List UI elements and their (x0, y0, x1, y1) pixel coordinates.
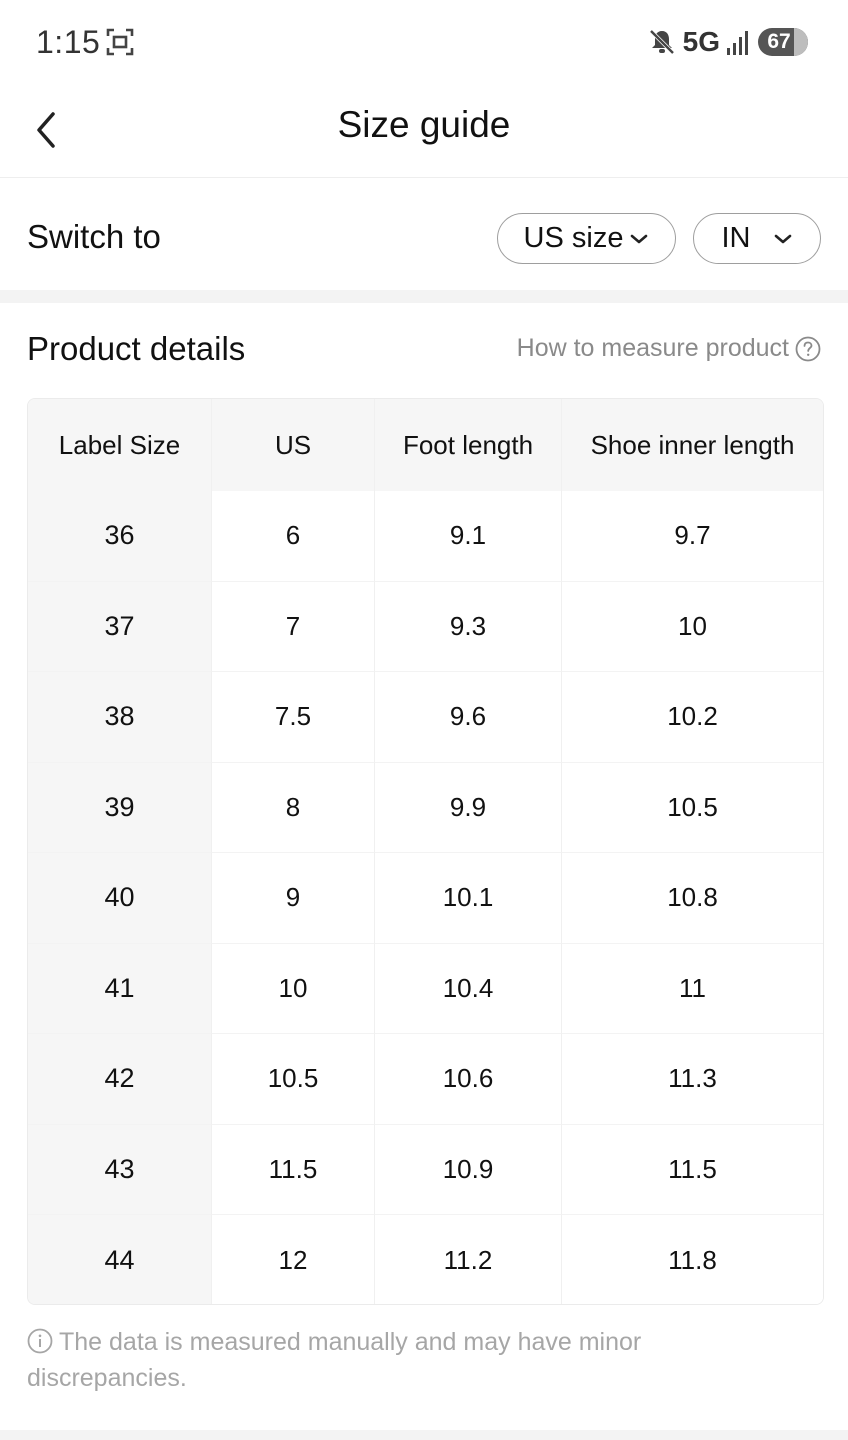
section-title: Product details (27, 330, 246, 367)
unit-dropdown[interactable]: IN (693, 213, 821, 264)
table-cell-us-size: 12 (212, 1215, 375, 1304)
table-cell-foot-length: 9.1 (375, 491, 562, 582)
table-cell-shoe-inner-length: 10.8 (562, 853, 823, 944)
header-bar: Size guide (0, 84, 848, 178)
table-cell-shoe-inner-length: 10.2 (562, 672, 823, 763)
table-cell-foot-length: 10.4 (375, 943, 562, 1034)
table-cell-label-size: 39 (28, 762, 212, 853)
table-cell-foot-length: 10.9 (375, 1124, 562, 1215)
status-time: 1:15 (36, 24, 101, 60)
table-cell-label-size: 37 (28, 581, 212, 672)
table-cell-label-size: 42 (28, 1034, 212, 1125)
table-cell-us-size: 8 (212, 762, 375, 853)
footnote: The data is measured manually and may ha… (27, 1324, 727, 1396)
network-type: 5G (682, 26, 720, 57)
table-cell-foot-length: 9.3 (375, 581, 562, 672)
table-cell-us-size: 6 (212, 491, 375, 582)
table-cell-us-size: 10 (212, 943, 375, 1034)
table-cell-shoe-inner-length: 11.3 (562, 1034, 823, 1125)
table-cell-shoe-inner-length: 11.8 (562, 1215, 823, 1304)
table-cell-shoe-inner-length: 9.7 (562, 491, 823, 582)
table-cell-foot-length: 9.6 (375, 672, 562, 763)
table-cell-us-size: 11.5 (212, 1124, 375, 1215)
table-cell-foot-length: 11.2 (375, 1215, 562, 1304)
column-header-us-size: US (212, 399, 375, 491)
status-right-group: 5G 67 (647, 22, 808, 62)
table-cell-foot-length: 10.6 (375, 1034, 562, 1125)
table-cell-foot-length: 9.9 (375, 762, 562, 853)
table-cell-label-size: 40 (28, 853, 212, 944)
question-icon (795, 336, 821, 361)
mute-icon (649, 29, 675, 55)
battery-icon: 67 (758, 28, 808, 56)
column-header-foot-length: Foot length (375, 399, 562, 491)
chevron-down-icon (774, 234, 791, 243)
how-to-measure-link[interactable]: How to measure product (517, 334, 821, 363)
table-cell-us-size: 10.5 (212, 1034, 375, 1125)
column-header-shoe-inner-length: Shoe inner length (562, 399, 823, 491)
size-table: Label Size US Foot length Shoe inner length… (27, 398, 824, 1305)
table-cell-label-size: 44 (28, 1215, 212, 1304)
table-cell-shoe-inner-length: 10.5 (562, 762, 823, 853)
switch-label: Switch to (27, 218, 161, 255)
how-to-measure-label: How to measure product (516, 334, 789, 362)
table-cell-label-size: 38 (28, 672, 212, 763)
table-cell-label-size: 36 (28, 491, 212, 582)
table-cell-foot-length: 10.1 (375, 853, 562, 944)
table-cell-shoe-inner-length: 11 (562, 943, 823, 1034)
battery-level: 67 (767, 30, 791, 53)
info-icon (27, 1328, 53, 1354)
chevron-down-icon (631, 234, 648, 243)
screenshot-icon (106, 28, 134, 56)
unit-value: IN (721, 222, 751, 254)
page-title: Size guide (337, 104, 511, 145)
table-cell-us-size: 9 (212, 853, 375, 944)
switch-row: Switch to US size IN (0, 178, 848, 290)
bottom-divider (0, 1430, 848, 1440)
table-cell-us-size: 7.5 (212, 672, 375, 763)
table-cell-shoe-inner-length: 10 (562, 581, 823, 672)
status-bar: 1:15 5G 67 (0, 0, 848, 84)
size-system-dropdown[interactable]: US size (497, 213, 676, 264)
size-system-value: US size (523, 222, 624, 254)
table-cell-label-size: 41 (28, 943, 212, 1034)
column-header-label-size: Label Size (28, 399, 212, 491)
signal-icon (727, 31, 748, 55)
section-divider (0, 290, 848, 303)
table-cell-shoe-inner-length: 11.5 (562, 1124, 823, 1215)
table-cell-label-size: 43 (28, 1124, 212, 1215)
footnote-text: The data is measured manually and may ha… (27, 1328, 642, 1392)
table-cell-us-size: 7 (212, 581, 375, 672)
